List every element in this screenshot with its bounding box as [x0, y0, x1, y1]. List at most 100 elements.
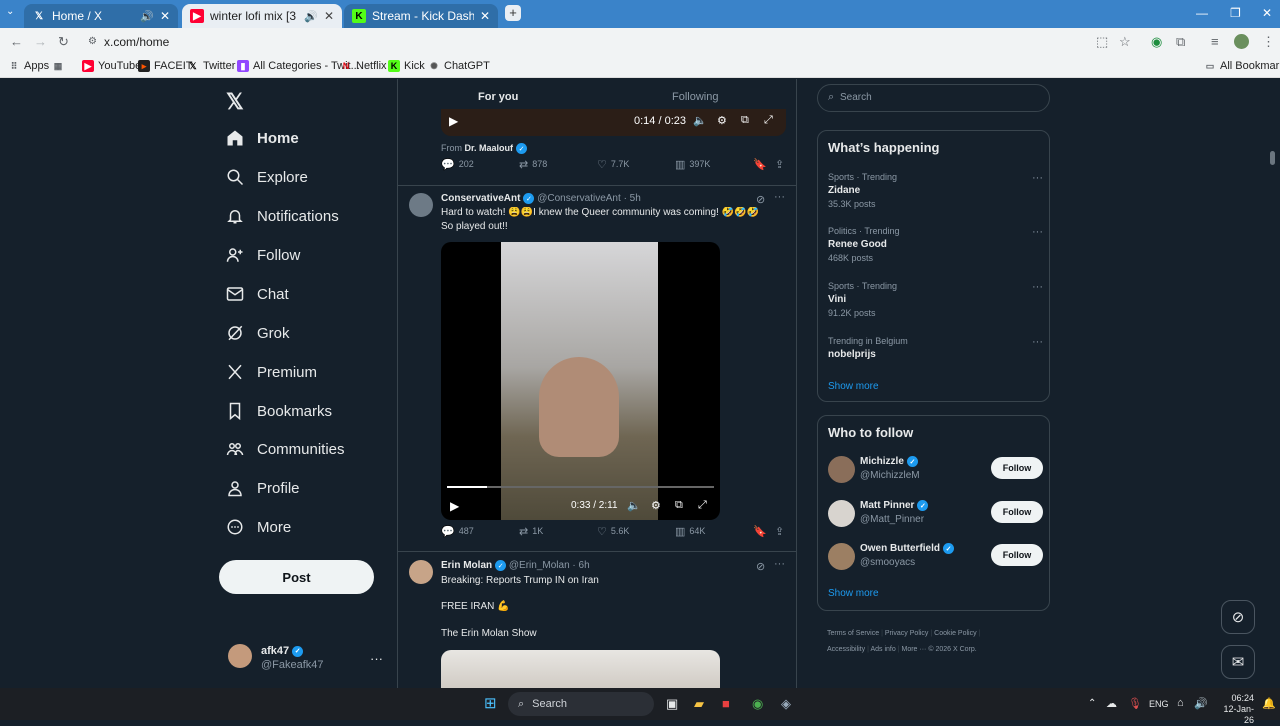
video-source[interactable]: From Dr. Maalouf ✓ [441, 143, 528, 155]
play-icon[interactable]: ▶ [449, 114, 458, 128]
network-icon[interactable]: ⌂ [1177, 697, 1184, 709]
volume-icon[interactable]: 🔈 [627, 499, 641, 512]
tab-search-icon[interactable]: ⌄ [6, 6, 14, 17]
nav-notifications[interactable]: Notifications [226, 204, 339, 228]
tab-kick[interactable]: K Stream - Kick Dashboard ✕ [344, 4, 498, 28]
views-button[interactable]: ▥ 397K [675, 158, 710, 171]
trend-more-icon[interactable]: ··· [1032, 226, 1043, 238]
speaker-icon[interactable]: 🔊 [140, 10, 154, 23]
like-button[interactable]: ♡ 7.7K [597, 158, 629, 171]
post-button[interactable]: Post [219, 560, 374, 594]
bookmark-button[interactable]: 🔖 [753, 158, 771, 171]
all-bookmarks[interactable]: ▭All Bookmarks [1204, 60, 1280, 72]
repost-button[interactable]: ⇄ 1K [519, 525, 543, 538]
close-window-icon[interactable]: ✕ [1262, 6, 1272, 20]
trend-item[interactable]: Trending in Belgium nobelprijs ··· [828, 336, 1043, 360]
trend-more-icon[interactable]: ··· [1032, 281, 1043, 293]
microphone-icon[interactable]: 🎙 [1128, 697, 1142, 710]
bookmark-faceit[interactable]: ▸ FACEIT [138, 60, 193, 72]
tab-search-list-icon[interactable]: ≡ [1211, 34, 1219, 49]
share-button[interactable]: ⇪ [775, 158, 788, 171]
show-more-link[interactable]: Show more [828, 381, 879, 392]
taskbar-search[interactable]: ⌕ Search [508, 692, 654, 716]
forward-icon[interactable]: → [34, 34, 47, 49]
extensions-icon[interactable]: ⧉ [1176, 34, 1185, 50]
back-icon[interactable]: ← [10, 34, 23, 49]
tray-overflow-icon[interactable]: ⌃ [1088, 698, 1096, 709]
views-button[interactable]: ▥ 64K [675, 525, 705, 538]
bookmark-netflix[interactable]: N Netflix [340, 60, 387, 72]
nav-grok[interactable]: Grok [226, 321, 290, 345]
language-indicator[interactable]: ENG [1149, 699, 1169, 709]
address-bar[interactable]: ⚙ x.com/home [80, 31, 1140, 53]
windows-start-icon[interactable]: ⊞ [484, 694, 497, 712]
video-thumbnail[interactable] [441, 650, 720, 688]
follow-button[interactable]: Follow [991, 544, 1043, 566]
footer-link[interactable]: Ads info [870, 646, 895, 653]
video-progress-track[interactable] [447, 486, 714, 488]
maximize-icon[interactable]: ❐ [1230, 6, 1241, 20]
bookmark-apps[interactable]: ⠿ Apps [8, 60, 49, 72]
profile-avatar[interactable] [1234, 34, 1249, 49]
minimize-icon[interactable]: — [1196, 6, 1208, 20]
avatar[interactable] [409, 193, 433, 217]
nav-explore[interactable]: Explore [226, 165, 308, 189]
settings-icon[interactable]: ⚙ [717, 114, 727, 127]
nav-premium[interactable]: Premium [226, 360, 317, 384]
trend-item[interactable]: Sports · Trending Zidane 35.3K posts ··· [828, 172, 1043, 209]
notifications-icon[interactable]: 🔔 [1262, 697, 1276, 710]
video-player-top[interactable]: ▶ 0:14 / 0:23 🔈 ⚙ ⧉ ⤢ [441, 109, 786, 136]
scrollbar-thumb[interactable] [1270, 151, 1275, 165]
tab-for-you[interactable]: For you [478, 91, 518, 103]
follow-suggestion[interactable]: Michizzle ✓ @MichizzleM Follow [828, 454, 1043, 486]
footer-link[interactable]: Accessibility [827, 646, 865, 653]
footer-link[interactable]: Cookie Policy [934, 630, 976, 637]
tray-icon[interactable]: ☁ [1106, 697, 1117, 710]
volume-icon[interactable]: 🔊 [1194, 697, 1208, 710]
play-icon[interactable]: ▶ [450, 499, 459, 513]
tab-lofi[interactable]: ▶ winter lofi mix [3 hours] 🔊 ✕ [182, 4, 342, 28]
account-more-icon[interactable]: ··· [370, 651, 383, 666]
grok-fab-icon[interactable]: ⊘ [1221, 600, 1255, 634]
close-tab-icon[interactable]: ✕ [160, 9, 170, 23]
fullscreen-icon[interactable]: ⤢ [764, 114, 773, 127]
nav-follow[interactable]: Follow [226, 243, 300, 267]
file-explorer-icon[interactable]: ▰ [694, 696, 704, 712]
post-more-icon[interactable]: ··· [774, 558, 785, 570]
grok-icon[interactable]: ⊘ [756, 193, 765, 206]
menu-icon[interactable]: ⋮ [1262, 34, 1275, 50]
close-tab-icon[interactable]: ✕ [324, 9, 334, 23]
nav-bookmarks[interactable]: Bookmarks [226, 399, 332, 423]
footer-link[interactable]: Privacy Policy [885, 630, 929, 637]
trend-more-icon[interactable]: ··· [1032, 172, 1043, 184]
show-more-link[interactable]: Show more [828, 588, 879, 599]
x-logo-icon[interactable]: 𝕏 [226, 89, 244, 115]
account-switcher[interactable]: afk47 ✓ [261, 645, 304, 657]
settings-icon[interactable]: ⚙ [651, 499, 661, 512]
reload-icon[interactable]: ↻ [58, 34, 69, 50]
bookmark-star-icon[interactable]: ☆ [1119, 34, 1131, 50]
follow-suggestion[interactable]: Matt Pinner ✓ @Matt_Pinner Follow [828, 498, 1043, 530]
bookmark-kick[interactable]: K Kick [388, 60, 425, 72]
bookmark-youtube[interactable]: ▶ YouTube [82, 60, 141, 72]
messages-fab-icon[interactable]: ✉ [1221, 645, 1255, 679]
bookmark-grid[interactable]: ▦ [52, 60, 68, 72]
video-player[interactable]: ▶ 0:33 / 2:11 🔈 ⚙ ⧉ ⤢ [441, 242, 720, 520]
bookmark-button[interactable]: 🔖 [753, 525, 771, 538]
close-tab-icon[interactable]: ✕ [480, 9, 490, 23]
follow-button[interactable]: Follow [991, 501, 1043, 523]
site-info-icon[interactable]: ⚙ [88, 31, 97, 53]
nav-profile[interactable]: Profile [226, 476, 300, 500]
fullscreen-icon[interactable]: ⤢ [698, 499, 707, 512]
avatar[interactable] [409, 560, 433, 584]
new-tab-icon[interactable]: + [505, 5, 521, 21]
extension-grammarly-icon[interactable]: ◉ [1151, 34, 1162, 50]
clock[interactable]: 06:24 12-Jan-26 [1214, 693, 1254, 726]
steam-icon[interactable]: ◈ [781, 696, 791, 712]
bookmark-chatgpt[interactable]: ✺ ChatGPT [428, 60, 490, 72]
tab-following[interactable]: Following [672, 91, 718, 103]
reply-button[interactable]: 💬 202 [441, 158, 474, 171]
app-icon[interactable]: ■ [722, 696, 730, 711]
like-button[interactable]: ♡ 5.6K [597, 525, 629, 538]
volume-icon[interactable]: 🔈 [693, 114, 707, 127]
